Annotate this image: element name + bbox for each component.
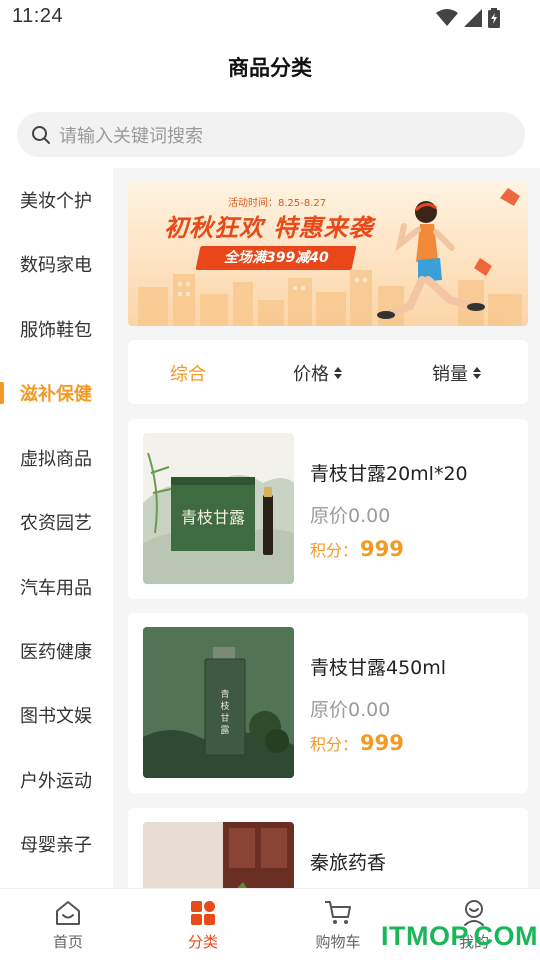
sidebar-item-label: 户外运动: [20, 771, 92, 792]
product-name: 青枝甘露20ml*20: [310, 463, 468, 485]
product-card[interactable]: 青枝甘露 青枝甘露20ml*20 原价0.00 积分： 999: [128, 419, 528, 599]
sidebar-item-label: 美妆个护: [20, 191, 92, 212]
product-name: 青枝甘露450ml: [310, 657, 447, 679]
sidebar-item[interactable]: 户外运动: [0, 748, 113, 812]
product-image: 青 枝 甘 露: [143, 627, 294, 778]
sidebar-item-label: 图书文娱: [20, 706, 92, 727]
sidebar-item-label: 医药健康: [20, 642, 92, 663]
category-icon: [191, 901, 215, 925]
product-image: [143, 822, 294, 888]
category-sidebar: 美妆个护 数码家电 服饰鞋包 滋补保健 虚拟商品 农资园艺 汽车用品 医药健康 …: [0, 168, 113, 888]
sidebar-item-label: 虚拟商品: [20, 449, 92, 470]
sidebar-item-label: 服饰鞋包: [20, 320, 92, 341]
sidebar-item-label: 数码家电: [20, 255, 92, 276]
sort-arrows-icon: [473, 367, 481, 379]
nav-item-cart[interactable]: 购物车: [298, 899, 378, 952]
sidebar-item[interactable]: 汽车用品: [0, 555, 113, 619]
sort-tab-label: 销量: [432, 364, 468, 385]
product-card[interactable]: 秦旅药香: [128, 808, 528, 888]
sort-tab-sales[interactable]: 销量: [432, 360, 482, 386]
sidebar-item-active[interactable]: 滋补保健: [0, 361, 113, 425]
sort-tab-label: 价格: [293, 364, 329, 385]
sidebar-item[interactable]: 图书文娱: [0, 683, 113, 747]
points-label: 积分：: [310, 541, 359, 560]
banner-title: 初秋狂欢 特惠来袭: [164, 214, 374, 242]
wifi-icon: [436, 9, 458, 26]
nav-item-label: 购物车: [315, 933, 361, 951]
svg-text:甘: 甘: [220, 712, 229, 724]
content-area: 活动时间：8.25-8.27 初秋狂欢 特惠来袭 全场满399减40 综合 价格…: [113, 168, 540, 888]
sort-tab-label: 综合: [170, 364, 206, 385]
signal-icon: [464, 9, 482, 27]
nav-item-category[interactable]: 分类: [163, 899, 243, 952]
product-points: 积分： 999: [310, 537, 404, 561]
cart-icon: [325, 901, 351, 924]
banner-subtitle: 全场满399减40: [195, 246, 357, 270]
sort-bar: 综合 价格 销量: [128, 340, 528, 404]
banner-date: 活动时间：8.25-8.27: [228, 198, 327, 209]
product-image: 青枝甘露: [143, 433, 294, 584]
points-label: 积分：: [310, 735, 359, 754]
sort-arrows-icon: [334, 367, 342, 379]
sidebar-item[interactable]: 母婴亲子: [0, 812, 113, 876]
nav-item-label: 首页: [52, 933, 83, 951]
product-original-price: 原价0.00: [310, 699, 391, 721]
sort-tab-price[interactable]: 价格: [293, 360, 343, 386]
nav-item-label: 分类: [187, 933, 218, 951]
nav-item-home[interactable]: 首页: [28, 899, 108, 952]
product-original-price: 原价0.00: [310, 505, 391, 527]
sort-tab-overall[interactable]: 综合: [170, 360, 206, 386]
sidebar-item[interactable]: 虚拟商品: [0, 426, 113, 490]
page-title: 商品分类: [228, 56, 312, 80]
product-card[interactable]: 青 枝 甘 露 青枝甘露450ml 原价0.00 积分： 999: [128, 613, 528, 793]
svg-text:枝: 枝: [220, 700, 229, 712]
search-icon: [32, 125, 50, 144]
points-value: 999: [360, 537, 404, 561]
product-name: 秦旅药香: [310, 852, 387, 874]
sidebar-item-label: 农资园艺: [20, 513, 92, 534]
svg-text:青: 青: [220, 688, 229, 700]
sidebar-item[interactable]: 数码家电: [0, 232, 113, 296]
sidebar-item-label: 滋补保健: [20, 384, 92, 405]
search-placeholder: 请输入关键词搜索: [59, 125, 203, 147]
promo-banner[interactable]: 活动时间：8.25-8.27 初秋狂欢 特惠来袭 全场满399减40: [128, 182, 528, 326]
active-indicator: [0, 382, 4, 404]
product-points: 积分： 999: [310, 731, 404, 755]
search-input[interactable]: 请输入关键词搜索: [17, 112, 525, 157]
svg-text:露: 露: [220, 725, 229, 736]
sidebar-item[interactable]: 美妆个护: [0, 168, 113, 232]
status-time: 11:24: [12, 5, 64, 27]
svg-text:青枝甘露: 青枝甘露: [181, 508, 245, 527]
status-bar: 11:24: [0, 0, 540, 36]
sidebar-item[interactable]: 医药健康: [0, 619, 113, 683]
sidebar-item[interactable]: 农资园艺: [0, 490, 113, 554]
battery-icon: [488, 8, 500, 28]
sidebar-item[interactable]: 服饰鞋包: [0, 297, 113, 361]
points-value: 999: [360, 731, 404, 755]
sidebar-item-label: 汽车用品: [20, 578, 92, 599]
sidebar-item-label: 母婴亲子: [20, 835, 92, 856]
banner-subtitle-text: 全场满399减40: [223, 250, 329, 266]
home-icon: [56, 901, 80, 925]
watermark: ITMOP.COM: [381, 921, 539, 951]
status-icons: [436, 8, 500, 28]
